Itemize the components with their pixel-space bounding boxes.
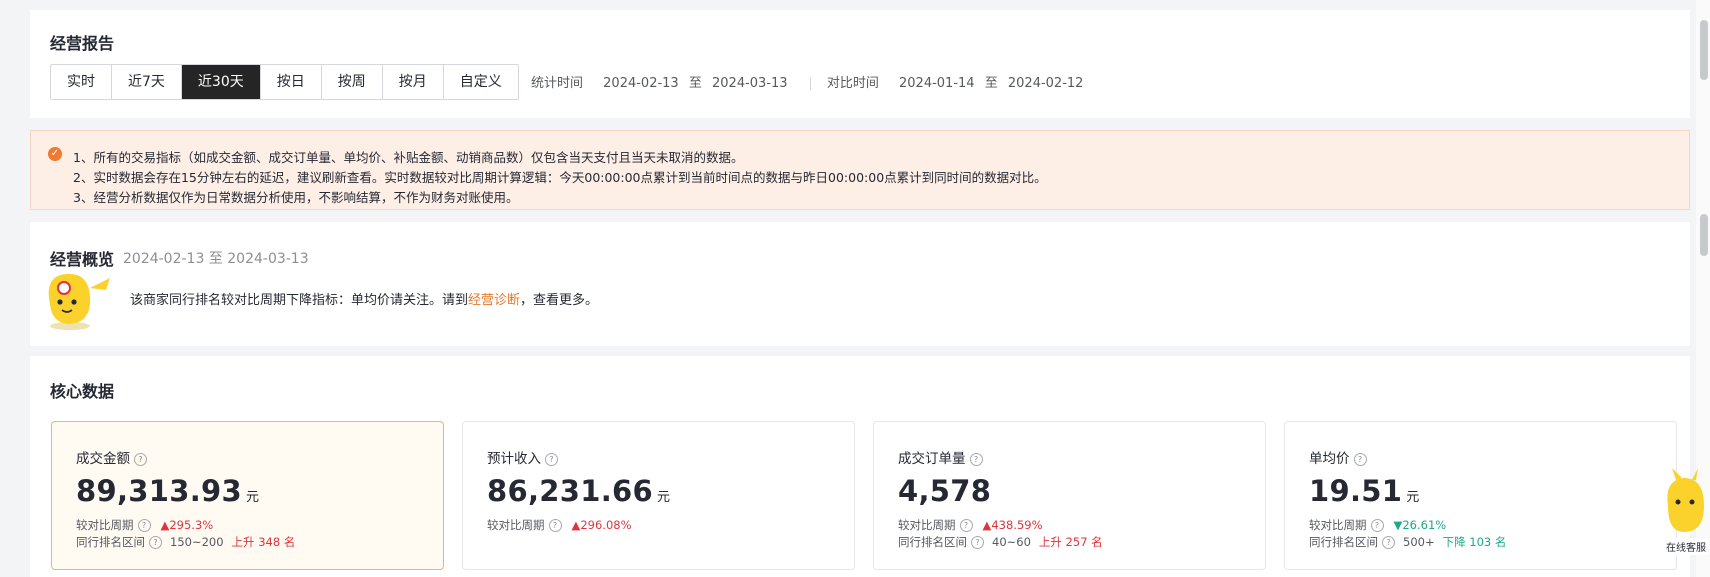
question-icon[interactable]: ? xyxy=(959,519,973,532)
scrollbar-thumb[interactable] xyxy=(1700,20,1708,80)
notice-line-3: 3、经营分析数据仅作为日常数据分析使用，不影响结算，不作为财务对账使用。 xyxy=(73,190,519,205)
stat-time-label: 统计时间 xyxy=(531,76,584,91)
overview-panel xyxy=(30,222,1690,346)
mascot-image xyxy=(48,273,110,330)
tab-30days[interactable]: 近30天 xyxy=(181,65,261,99)
compare-row: 较对比周期? ▲295.3% xyxy=(76,518,214,532)
card-value: 86,231.66 元 xyxy=(487,474,671,508)
period-tabs: 实时 近7天 近30天 按日 按周 按月 自定义 xyxy=(50,64,519,100)
customer-service-widget[interactable]: 在线客服 xyxy=(1658,466,1710,556)
card-value: 89,313.93 元 xyxy=(76,474,260,508)
metric-card-gmv[interactable]: 成交金额? 89,313.93 元 较对比周期? ▲295.3% 同行排名区间? 15… xyxy=(51,421,444,570)
compare-start-date: 2024-01-14 xyxy=(899,76,975,91)
divider xyxy=(809,77,811,90)
compare-row: 较对比周期? ▲438.59% xyxy=(898,518,1043,532)
stat-start-date: 2024-02-13 xyxy=(603,76,679,91)
card-label: 单均价? xyxy=(1309,447,1367,467)
card-label: 成交金额? xyxy=(76,447,147,467)
metric-card-orders[interactable]: 成交订单量? 4,578 较对比周期? ▲438.59% 同行排名区间? 40~60… xyxy=(873,421,1266,570)
overview-message-text: 该商家同行排名较对比周期下降指标：单均价请关注。请到 xyxy=(130,293,469,308)
mascot-icon xyxy=(1667,468,1704,532)
customer-service-label: 在线客服 xyxy=(1664,538,1708,555)
question-icon[interactable]: ? xyxy=(149,536,162,549)
report-title: 经营报告 xyxy=(50,34,115,53)
rank-row: 同行排名区间? 150~200 上升 348 名 xyxy=(76,535,296,549)
rank-row: 同行排名区间? 500+ 下降 103 名 xyxy=(1309,535,1507,549)
core-data-title: 核心数据 xyxy=(50,382,115,401)
tab-monthly[interactable]: 按月 xyxy=(382,65,444,99)
overview-message-tail: ，查看更多。 xyxy=(520,293,599,308)
notice-line-1: 1、所有的交易指标（如成交金额、成交订单量、单均价、补贴金额、动销商品数）仅包含… xyxy=(73,150,744,165)
question-icon[interactable]: ? xyxy=(1370,519,1384,532)
tab-realtime[interactable]: 实时 xyxy=(51,65,112,99)
stat-end-date: 2024-03-13 xyxy=(712,76,788,91)
to-label: 至 xyxy=(984,76,998,91)
tab-custom[interactable]: 自定义 xyxy=(443,65,518,99)
question-icon[interactable]: ? xyxy=(969,453,983,466)
tab-7days[interactable]: 近7天 xyxy=(112,65,182,99)
card-label: 成交订单量? xyxy=(898,447,983,467)
question-icon[interactable]: ? xyxy=(548,519,562,532)
card-value: 4,578 xyxy=(898,474,992,508)
compare-end-date: 2024-02-12 xyxy=(1007,76,1084,91)
question-icon[interactable]: ? xyxy=(971,536,984,549)
metric-card-income[interactable]: 预计收入? 86,231.66 元 较对比周期? ▲296.08% xyxy=(462,421,855,570)
compare-row: 较对比周期? ▼26.61% xyxy=(1309,518,1447,532)
question-icon[interactable]: ? xyxy=(134,453,147,466)
card-label: 预计收入? xyxy=(487,447,558,467)
question-icon[interactable]: ? xyxy=(137,519,151,532)
notice-line-2: 2、实时数据会存在15分钟左右的延迟，建议刷新查看。实时数据较对比周期计算逻辑：… xyxy=(73,170,1047,185)
scrollbar-thumb[interactable] xyxy=(1700,214,1708,256)
metric-card-avg-price[interactable]: 单均价? 19.51 元 较对比周期? ▼26.61% 同行排名区间? 500+ 下降 … xyxy=(1284,421,1677,570)
card-value: 19.51 元 xyxy=(1309,474,1420,508)
check-circle-icon: ✓ xyxy=(48,147,62,161)
question-icon[interactable]: ? xyxy=(545,453,558,466)
date-range-info: 统计时间 2024-02-13 至 2024-03-13 对比时间 2024-0… xyxy=(531,72,1089,91)
rank-row: 同行排名区间? 40~60 上升 257 名 xyxy=(898,535,1103,549)
question-icon[interactable]: ? xyxy=(1382,536,1395,549)
to-label: 至 xyxy=(688,76,702,91)
overview-message: 该商家同行排名较对比周期下降指标：单均价请关注。请到经营诊断，查看更多。 xyxy=(130,289,598,308)
tab-weekly[interactable]: 按周 xyxy=(321,65,383,99)
tab-daily[interactable]: 按日 xyxy=(260,65,322,99)
compare-row: 较对比周期? ▲296.08% xyxy=(487,518,632,532)
notice-banner: ✓ 1、所有的交易指标（如成交金额、成交订单量、单均价、补贴金额、动销商品数）仅… xyxy=(30,130,1690,210)
question-icon[interactable]: ? xyxy=(1353,453,1367,466)
diagnosis-link[interactable]: 经营诊断 xyxy=(468,293,520,308)
compare-time-label: 对比时间 xyxy=(826,76,879,91)
overview-date-range: 2024-02-13 至 2024-03-13 xyxy=(123,251,309,267)
